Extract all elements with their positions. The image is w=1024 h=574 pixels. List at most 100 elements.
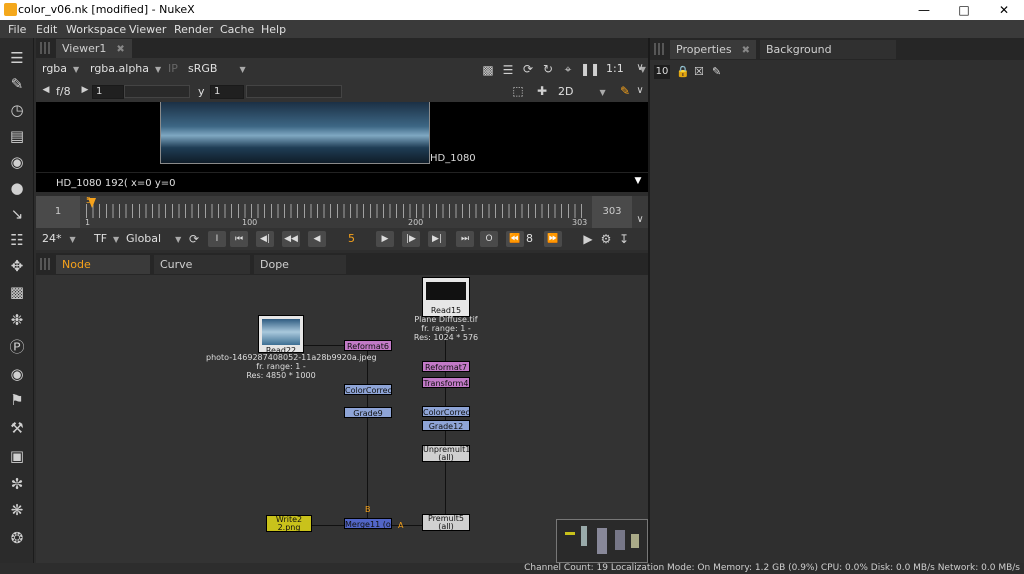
menu-cache[interactable]: Cache bbox=[220, 23, 254, 36]
first-frame-button[interactable]: ⏮ bbox=[230, 231, 248, 247]
transform-tools-icon[interactable]: ✥ bbox=[7, 256, 27, 276]
prev-increment-button[interactable]: ◀◀ bbox=[282, 231, 300, 247]
tab-background-renders[interactable]: Background Renders✖ bbox=[760, 40, 896, 75]
expand-icon-2[interactable]: ∨ bbox=[634, 85, 646, 96]
colorcorrect9-node[interactable]: ColorCorrect9 bbox=[422, 406, 470, 417]
channel-tools-icon[interactable]: ▤ bbox=[7, 126, 27, 146]
timeline-end[interactable]: 303 bbox=[592, 196, 632, 228]
toolsets-icon[interactable]: ⚒ bbox=[7, 418, 27, 438]
close-tab-icon[interactable]: ✖ bbox=[116, 44, 124, 55]
tab-curve-editor[interactable]: Curve Editor✖ bbox=[154, 255, 250, 290]
premult5-node[interactable]: Premult5 (all) bbox=[422, 514, 470, 531]
next-frame-button[interactable]: |▶ bbox=[402, 231, 420, 247]
read22-node[interactable]: Read22 bbox=[258, 315, 304, 355]
menu-workspace[interactable]: Workspace bbox=[66, 23, 126, 36]
target-icon[interactable]: ⌖ bbox=[560, 62, 576, 77]
next-keyframe-button[interactable]: ▶| bbox=[428, 231, 446, 247]
region-icon[interactable]: ⬚ bbox=[510, 84, 526, 98]
pause-update-icon[interactable]: ↻ bbox=[540, 62, 556, 76]
menu-render[interactable]: Render bbox=[174, 23, 213, 36]
step-back-button[interactable]: ⏪ bbox=[506, 231, 524, 247]
metadata-tools-icon[interactable]: ⚑ bbox=[7, 390, 27, 410]
panel-grip-icon[interactable] bbox=[40, 258, 50, 270]
merge-tools-icon[interactable]: ☷ bbox=[7, 230, 27, 250]
unpremult1-node[interactable]: Unpremult1 (all) bbox=[422, 445, 470, 462]
menu-help[interactable]: Help bbox=[261, 23, 286, 36]
refresh-icon[interactable]: ⟳ bbox=[520, 62, 536, 76]
timeline[interactable]: 1 5 1 100 200 303 303 ∨ bbox=[36, 196, 648, 228]
ip-button[interactable]: IP bbox=[168, 62, 178, 75]
pause-icon[interactable]: ❚❚ bbox=[580, 62, 600, 76]
cache-icon[interactable]: ↧ bbox=[616, 232, 632, 246]
maximize-icon[interactable]: □ bbox=[944, 0, 984, 20]
prev-frame-button[interactable]: ◀ bbox=[308, 231, 326, 247]
grade9-node[interactable]: Grade9 bbox=[344, 407, 392, 418]
plugins-tools-icon[interactable]: ❂ bbox=[7, 528, 27, 548]
draw-tools-icon[interactable]: ✎ bbox=[7, 74, 27, 94]
expand-icon[interactable]: ∨ bbox=[634, 62, 646, 73]
fps-dropdown[interactable]: 24* ▼ bbox=[42, 232, 76, 245]
alpha-dropdown[interactable]: rgba.alpha ▼ bbox=[90, 62, 161, 75]
views-tools-icon[interactable]: ◉ bbox=[7, 364, 27, 384]
step-value[interactable]: 8 bbox=[526, 232, 533, 245]
right-arrow-icon[interactable]: ▶ bbox=[80, 85, 90, 95]
particles-tools-icon[interactable]: ❉ bbox=[7, 310, 27, 330]
furnace-tools-icon[interactable]: ✼ bbox=[7, 474, 27, 494]
panel-grip-icon[interactable] bbox=[654, 43, 664, 55]
reformat6-node[interactable]: Reformat6 bbox=[344, 340, 392, 351]
color-picker-icon[interactable]: ✎ bbox=[618, 84, 632, 98]
in-point-button[interactable]: I bbox=[208, 231, 226, 247]
step-forward-button[interactable]: ⏩ bbox=[544, 231, 562, 247]
scope-dropdown[interactable]: Global ▼ bbox=[126, 232, 181, 245]
expand-icon-3[interactable]: ∨ bbox=[634, 214, 646, 225]
gamma-slider[interactable] bbox=[246, 85, 342, 98]
close-icon[interactable]: ✕ bbox=[984, 0, 1024, 20]
tab-properties[interactable]: Properties ✖ bbox=[670, 40, 756, 59]
merge11-node[interactable]: Merge11 (over) bbox=[344, 518, 392, 529]
settings-icon[interactable]: ⚙ bbox=[598, 232, 614, 246]
colorcorrect10-node[interactable]: ColorCorrect10 bbox=[344, 384, 392, 395]
prev-keyframe-button[interactable]: ◀| bbox=[256, 231, 274, 247]
info-dropdown-icon[interactable]: ▼ bbox=[632, 176, 644, 186]
deep-tools-icon[interactable]: Ⓟ bbox=[7, 336, 27, 356]
keyer-tools-icon[interactable]: ↘ bbox=[7, 204, 27, 224]
minimize-icon[interactable]: — bbox=[904, 0, 944, 20]
write2-node[interactable]: Write2 2.png bbox=[266, 515, 312, 532]
loop-icon[interactable]: ⟳ bbox=[186, 232, 202, 246]
transform4-node[interactable]: Transform4 bbox=[422, 377, 470, 388]
panel-grip-icon[interactable] bbox=[40, 42, 50, 54]
menu-viewer[interactable]: Viewer bbox=[129, 23, 166, 36]
node-graph-minimap[interactable] bbox=[556, 519, 648, 563]
out-point-button[interactable]: O bbox=[480, 231, 498, 247]
play-forward-button[interactable]: ▶ bbox=[376, 231, 394, 247]
tf-dropdown[interactable]: TF ▼ bbox=[94, 232, 119, 245]
viewer-canvas[interactable]: HD_1080 bbox=[36, 102, 648, 172]
cara-tools-icon[interactable]: ❋ bbox=[7, 500, 27, 520]
color-tools-icon[interactable]: ◉ bbox=[7, 152, 27, 172]
tab-viewer1[interactable]: Viewer1 ✖ bbox=[56, 39, 132, 58]
tab-node-graph[interactable]: Node Graph✖ bbox=[56, 255, 150, 290]
left-arrow-icon[interactable]: ◀ bbox=[40, 85, 52, 95]
gain-slider[interactable] bbox=[124, 85, 190, 98]
roi-icon[interactable]: ▩ bbox=[480, 63, 496, 77]
clear-panels-icon[interactable]: ☒ bbox=[694, 65, 704, 78]
flipbook-icon[interactable]: ▶ bbox=[580, 232, 596, 246]
node-graph-canvas[interactable]: Read22 photo-1469287408052-11a28b9920a.j… bbox=[36, 275, 648, 563]
gamma-input[interactable]: 1 bbox=[210, 85, 244, 99]
filter-tools-icon[interactable]: ● bbox=[7, 178, 27, 198]
timeline-ruler[interactable] bbox=[86, 204, 586, 218]
menu-edit[interactable]: Edit bbox=[36, 23, 57, 36]
max-panels-input[interactable]: 10 bbox=[654, 65, 670, 79]
lut-dropdown[interactable]: sRGB ▼ bbox=[188, 62, 246, 75]
guides-icon[interactable]: ☰ bbox=[500, 63, 516, 77]
channels-dropdown[interactable]: rgba ▼ bbox=[42, 62, 79, 75]
3d-tools-icon[interactable]: ▩ bbox=[7, 282, 27, 302]
edit-icon[interactable]: ✎ bbox=[712, 65, 721, 78]
gain-input[interactable]: 1 bbox=[92, 85, 124, 99]
close-tab-icon[interactable]: ✖ bbox=[742, 45, 750, 56]
lock-icon[interactable]: 🔒 bbox=[676, 65, 690, 78]
timeline-start[interactable]: 1 bbox=[36, 196, 80, 228]
other-tools-icon[interactable]: ▣ bbox=[7, 446, 27, 466]
tab-dope-sheet[interactable]: Dope Sheet✖ bbox=[254, 255, 346, 290]
reformat7-node[interactable]: Reformat7 bbox=[422, 361, 470, 372]
